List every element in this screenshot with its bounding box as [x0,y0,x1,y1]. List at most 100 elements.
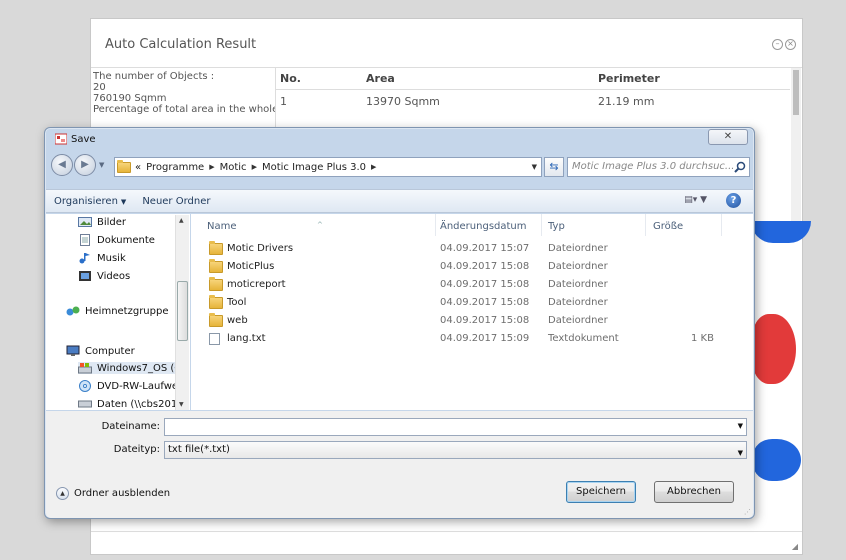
file-date: 04.09.2017 15:09 [440,333,530,344]
scroll-thumb[interactable] [793,70,799,115]
list-item[interactable]: lang.txt 04.09.2017 15:09 Textdokument 1… [191,330,753,348]
organize-menu[interactable]: Organisieren ▼ [46,196,134,207]
stat-line: The number of Objects : [93,71,215,82]
dialog-footer: ▲ Ordner ausblenden Speichern Abbrechen [46,463,753,518]
col-size[interactable]: Größe [653,221,683,232]
cancel-button[interactable]: Abbrechen [654,481,734,503]
folder-icon [209,313,223,327]
save-button[interactable]: Speichern [566,481,636,503]
nav-item-windows7-os[interactable]: Windows7_OS (C [78,362,188,374]
nav-label: Daten (\\cbs2011 [97,398,184,410]
nav-label: Windows7_OS (C [97,362,182,374]
breadcrumb-overflow[interactable]: « [135,162,141,173]
app-icon [54,133,68,145]
file-date: 04.09.2017 15:08 [440,279,530,290]
chevron-right-icon[interactable]: ▶ [252,163,257,171]
search-placeholder: Motic Image Plus 3.0 durchsuc... [572,161,735,172]
hide-folders-label: Ordner ausblenden [74,488,171,499]
close-button[interactable]: ✕ [708,129,748,145]
nav-item-dokumente[interactable]: Dokumente [78,234,155,246]
list-item[interactable]: Tool 04.09.2017 15:08 Dateiordner [191,294,753,312]
text-file-icon [209,333,220,345]
col-name[interactable]: Name [207,221,237,232]
nav-label: Heimnetzgruppe [85,305,169,317]
breadcrumb-programme[interactable]: Programme [146,162,204,173]
table-scrollbar[interactable] [791,68,801,228]
forward-button[interactable]: ▶ [74,154,96,176]
nav-item-bilder[interactable]: Bilder [78,216,126,228]
breadcrumb-motic-image-plus[interactable]: Motic Image Plus 3.0 [262,162,366,173]
minimize-icon[interactable]: – [772,39,783,50]
file-date: 04.09.2017 15:07 [440,243,530,254]
chevron-down-icon[interactable]: ▼ [738,422,743,430]
chevron-down-icon: ▼ [120,197,127,206]
file-name: Tool [227,297,247,308]
search-input[interactable]: Motic Image Plus 3.0 durchsuc... [567,157,750,177]
chevron-down-icon[interactable]: ▼ [99,154,104,176]
chevron-right-icon[interactable]: ▶ [209,163,214,171]
documents-icon [78,234,92,246]
folder-icon [117,159,131,173]
save-form: Dateiname: ▼ Dateityp: txt file(*.txt) ▼ [46,411,753,463]
nav-item-dvd[interactable]: DVD-RW-Laufwe [78,380,178,392]
file-name: MoticPlus [227,261,275,272]
table-header: No. Area Perimeter [276,68,790,90]
list-item[interactable]: web 04.09.2017 15:08 Dateiordner [191,312,753,330]
homegroup-icon [66,305,80,317]
hide-folders-button[interactable]: ▲ Ordner ausblenden [56,487,170,500]
filetype-select[interactable]: txt file(*.txt) ▼ [164,441,747,459]
nav-scrollbar[interactable]: ▲ ▼ [175,215,189,410]
address-bar[interactable]: « Programme ▶ Motic ▶ Motic Image Plus 3… [114,157,542,177]
nav-item-heimnetzgruppe[interactable]: Heimnetzgruppe [66,305,169,317]
nav-label: Bilder [97,216,127,228]
breadcrumb-motic[interactable]: Motic [220,162,247,173]
nav-item-computer[interactable]: Computer [66,345,135,357]
stat-line: 760190 Sqmm [93,93,167,104]
search-icon[interactable] [734,161,746,173]
drive-icon [78,362,92,374]
filename-field[interactable]: ▼ [164,418,747,436]
file-type: Dateiordner [548,243,608,254]
list-item[interactable]: Motic Drivers 04.09.2017 15:07 Dateiordn… [191,240,753,258]
table-row[interactable]: 1 13970 Sqmm 21.19 mm [276,90,790,112]
list-item[interactable]: moticreport 04.09.2017 15:08 Dateiordner [191,276,753,294]
col-area: Area [366,72,395,85]
new-folder-button[interactable]: Neuer Ordner [134,196,218,207]
chevron-down-icon[interactable]: ▼ [738,445,743,461]
nav-label: Videos [97,270,131,282]
window-controls: – × [772,39,796,50]
nav-item-daten[interactable]: Daten (\\cbs2011 [78,398,184,410]
folder-icon [209,241,223,255]
scroll-down-icon[interactable]: ▼ [179,401,184,408]
file-size: 1 KB [691,333,714,344]
back-button[interactable]: ◀ [51,154,73,176]
help-icon[interactable]: ? [726,193,741,208]
view-options-icon[interactable]: ▤▾ ▼ [684,195,707,205]
stats-panel: The number of Objects : 20 760190 Sqmm P… [93,71,275,115]
chevron-right-icon[interactable]: ▶ [371,163,376,171]
folder-icon [209,277,223,291]
file-list: ^ Name Änderungsdatum Typ Größe Motic Dr… [191,214,753,410]
dialog-titlebar: Save [54,133,96,145]
refresh-button[interactable]: ⇆ [544,157,564,177]
close-icon[interactable]: × [785,39,796,50]
resize-grip-icon[interactable]: ⋰ [744,508,751,516]
col-perimeter: Perimeter [598,72,660,85]
resize-grip-icon[interactable]: ◢ [792,542,798,551]
col-no: No. [280,72,301,85]
chevron-down-icon[interactable]: ▼ [532,163,537,171]
chevron-up-icon: ▲ [56,487,69,500]
nav-item-musik[interactable]: Musik [78,252,126,264]
scroll-up-icon[interactable]: ▲ [179,217,184,224]
file-type: Dateiordner [548,297,608,308]
file-date: 04.09.2017 15:08 [440,297,530,308]
videos-icon [78,270,92,282]
col-date[interactable]: Änderungsdatum [440,221,527,232]
filetype-value: txt file(*.txt) [168,444,230,455]
file-type: Dateiordner [548,315,608,326]
col-type[interactable]: Typ [548,221,565,232]
divider [721,214,722,236]
list-item[interactable]: MoticPlus 04.09.2017 15:08 Dateiordner [191,258,753,276]
nav-item-videos[interactable]: Videos [78,270,130,282]
scroll-thumb[interactable] [177,281,188,341]
